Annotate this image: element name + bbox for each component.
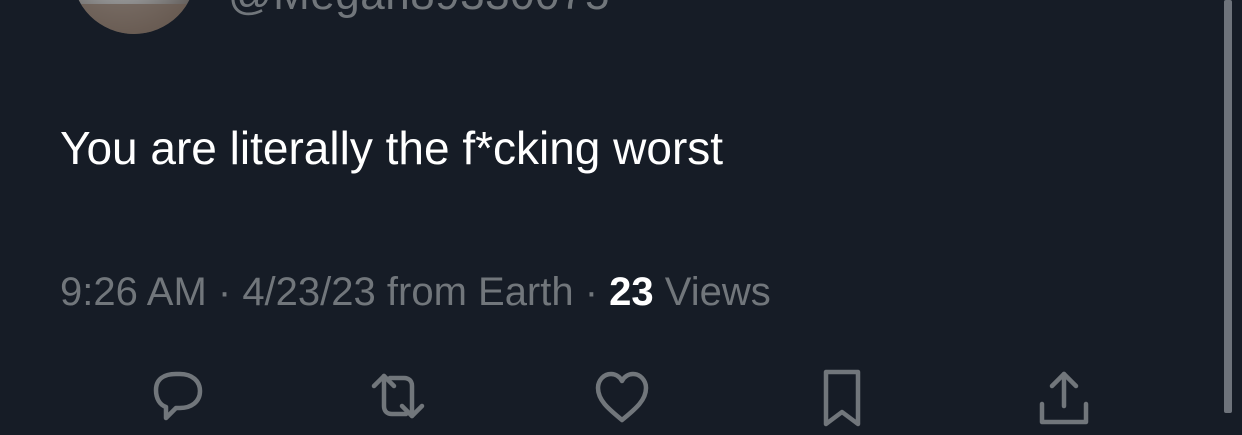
meta-separator: ·: [573, 270, 610, 314]
views-count[interactable]: 23: [609, 270, 654, 314]
scrollbar[interactable]: [1224, 0, 1232, 413]
tweet-text: You are literally the f*cking worst: [60, 122, 724, 174]
retweet-button[interactable]: [366, 366, 430, 426]
heart-icon: [595, 371, 649, 423]
reply-icon: [153, 371, 203, 421]
tweet-date[interactable]: 4/23/23: [242, 270, 375, 314]
views-label[interactable]: Views: [654, 270, 771, 314]
tweet-source: from Earth: [375, 270, 574, 314]
bookmark-button[interactable]: [810, 366, 874, 427]
share-icon: [1039, 371, 1089, 425]
share-button[interactable]: [1032, 366, 1096, 426]
bookmark-icon: [823, 369, 861, 427]
user-handle[interactable]: @Megan89330075: [228, 0, 610, 20]
retweet-icon: [371, 373, 425, 419]
tweet-time[interactable]: 9:26 AM: [60, 270, 207, 314]
meta-separator: ·: [206, 270, 243, 314]
reply-button[interactable]: [146, 366, 210, 426]
like-button[interactable]: [590, 366, 654, 426]
tweet-metadata: 9:26 AM · 4/23/23 from Earth · 23 Views: [60, 268, 771, 316]
avatar[interactable]: [72, 0, 196, 34]
tweet-actions-bar: [0, 366, 1242, 427]
